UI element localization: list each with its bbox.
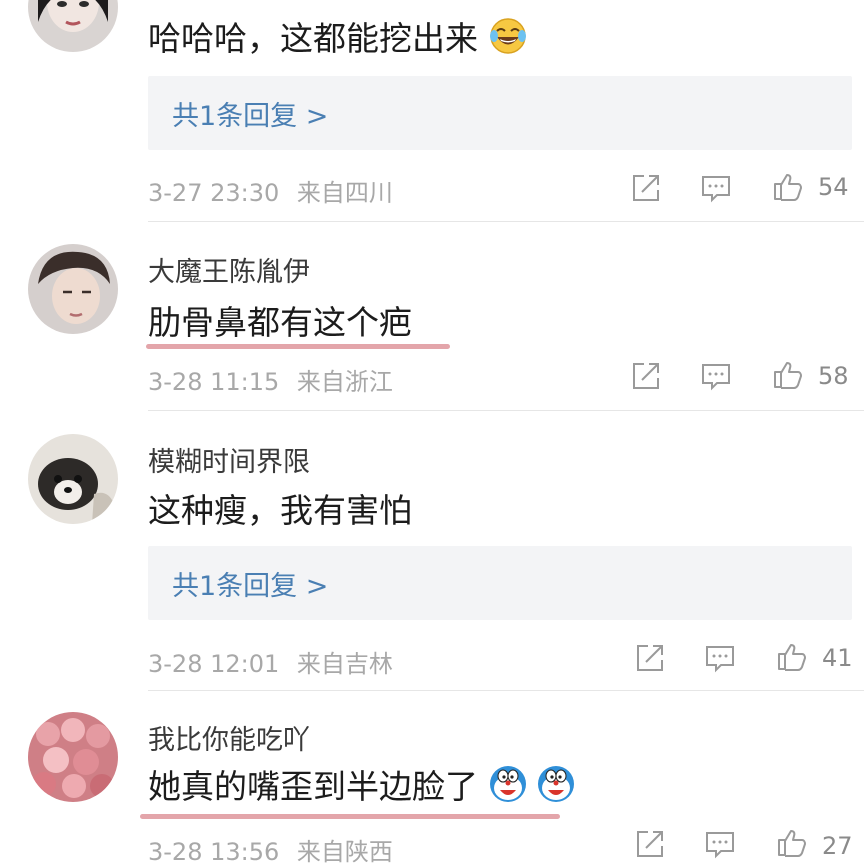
location: 来自陕西 xyxy=(296,838,393,866)
doraemon-face-emoji xyxy=(488,764,528,804)
avatar[interactable] xyxy=(28,434,118,524)
share-icon[interactable] xyxy=(634,642,666,674)
like-count: 27 xyxy=(822,832,853,860)
divider xyxy=(148,410,864,411)
avatar[interactable] xyxy=(28,0,118,52)
doraemon-face-emoji xyxy=(536,764,576,804)
highlight-underline xyxy=(140,814,560,819)
comment-2: 大魔王陈胤伊 肋骨鼻都有这个疤 3-28 11:15 来自浙江 58 xyxy=(0,222,864,412)
comment-3: 模糊时间界限 这种瘦，我有害怕 共1条回复 > 3-28 12:01 来自吉林 … xyxy=(0,412,864,692)
comment-meta: 3-28 11:15 来自浙江 xyxy=(148,362,393,397)
comment-4: 我比你能吃吖 她真的嘴歪到半边脸了 3-28 13:56 来自陕西 27 xyxy=(0,692,864,866)
username[interactable]: 我比你能吃吖 xyxy=(148,718,310,757)
thumbs-up-icon[interactable] xyxy=(776,826,808,858)
share-icon[interactable] xyxy=(630,360,662,392)
like-count: 41 xyxy=(822,644,853,672)
laughing-tears-emoji xyxy=(488,16,528,56)
comment-meta: 3-27 23:30 来自四川 xyxy=(148,173,393,208)
comment-icon[interactable] xyxy=(704,642,736,674)
comment-icon[interactable] xyxy=(700,172,732,204)
share-icon[interactable] xyxy=(634,828,666,860)
location: 来自四川 xyxy=(296,179,393,207)
avatar[interactable] xyxy=(28,244,118,334)
view-replies-link[interactable]: 共1条回复 > xyxy=(172,564,328,603)
thumbs-up-icon[interactable] xyxy=(772,358,804,390)
comment-meta: 3-28 13:56 来自陕西 xyxy=(148,832,393,867)
like-count: 58 xyxy=(818,362,849,390)
share-icon[interactable] xyxy=(630,172,662,204)
timestamp: 3-28 11:15 xyxy=(148,368,280,396)
timestamp: 3-28 12:01 xyxy=(148,650,280,678)
timestamp: 3-27 23:30 xyxy=(148,179,280,207)
thumbs-up-icon[interactable] xyxy=(776,640,808,672)
comment-text: 她真的嘴歪到半边脸了 xyxy=(148,760,576,808)
comment-text: 哈哈哈，这都能挖出来 xyxy=(148,12,528,60)
avatar[interactable] xyxy=(28,712,118,802)
reply-box[interactable]: 共1条回复 > xyxy=(148,76,852,150)
like-count: 54 xyxy=(818,173,849,201)
username[interactable]: 模糊时间界限 xyxy=(148,440,310,479)
highlight-underline xyxy=(146,344,450,349)
comment-text: 肋骨鼻都有这个疤 xyxy=(148,303,412,342)
view-replies-link[interactable]: 共1条回复 > xyxy=(172,94,328,133)
location: 来自吉林 xyxy=(296,650,393,678)
comment-meta: 3-28 12:01 来自吉林 xyxy=(148,644,393,679)
comment-icon[interactable] xyxy=(704,828,736,860)
comment-icon[interactable] xyxy=(700,360,732,392)
comment-text: 这种瘦，我有害怕 xyxy=(148,491,412,530)
thumbs-up-icon[interactable] xyxy=(772,170,804,202)
divider xyxy=(148,690,864,691)
timestamp: 3-28 13:56 xyxy=(148,838,280,866)
username[interactable]: 大魔王陈胤伊 xyxy=(148,250,310,289)
location: 来自浙江 xyxy=(296,368,393,396)
comment-1: 哈哈哈，这都能挖出来 共1条回复 > 3-27 23:30 来自四川 54 xyxy=(0,0,864,222)
reply-box[interactable]: 共1条回复 > xyxy=(148,546,852,620)
